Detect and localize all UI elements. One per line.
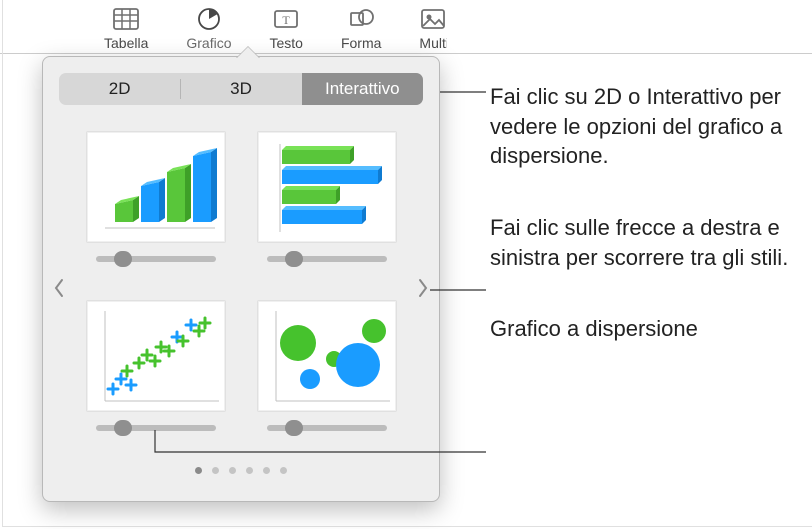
- thumb-slider[interactable]: [267, 420, 387, 436]
- scatter-thumb: [86, 300, 226, 412]
- textbox-icon: T: [272, 6, 300, 35]
- thumb-slider[interactable]: [267, 251, 387, 267]
- annotation-tabs: Fai clic su 2D o Interattivo per vedere …: [490, 82, 800, 171]
- page-dot[interactable]: [212, 467, 219, 474]
- toolbar-media-label: Multi: [419, 35, 447, 51]
- chart-popover: 2D 3D Interattivo: [42, 56, 440, 502]
- thumb-slider[interactable]: [96, 420, 216, 436]
- toolbar: Tabella Grafico T Testo Forma Multi: [0, 0, 812, 54]
- svg-text:T: T: [283, 13, 291, 27]
- tab-3d[interactable]: 3D: [180, 73, 301, 105]
- pie-chart-icon: [195, 6, 223, 35]
- annotations: Fai clic su 2D o Interattivo per vedere …: [490, 56, 800, 386]
- annotation-arrows: Fai clic sulle frecce a destra e sinistr…: [490, 213, 800, 272]
- toolbar-shape-label: Forma: [341, 35, 381, 51]
- chart-option-bubble[interactable]: [254, 292, 399, 443]
- annotation-scatter: Grafico a dispersione: [490, 314, 800, 344]
- toolbar-table-label: Tabella: [104, 35, 148, 51]
- toolbar-chart-label: Grafico: [186, 35, 231, 51]
- toolbar-media[interactable]: Multi: [415, 4, 447, 53]
- page-dot[interactable]: [195, 467, 202, 474]
- toolbar-table[interactable]: Tabella: [100, 4, 152, 53]
- shape-icon: [347, 6, 375, 35]
- chart-gallery: [43, 113, 439, 463]
- thumb-slider[interactable]: [96, 251, 216, 267]
- toolbar-text-label: Testo: [270, 35, 303, 51]
- toolbar-chart[interactable]: Grafico: [182, 4, 235, 53]
- chart-type-segmented: 2D 3D Interattivo: [59, 73, 423, 105]
- page-dot[interactable]: [263, 467, 270, 474]
- bubble-thumb: [257, 300, 397, 412]
- media-icon: [419, 6, 447, 35]
- tab-interactive[interactable]: Interattivo: [302, 73, 423, 105]
- vertical-bar-thumb: [86, 131, 226, 243]
- chart-option-vertical-bar[interactable]: [83, 123, 228, 274]
- page-dot[interactable]: [229, 467, 236, 474]
- gallery-prev-arrow[interactable]: [49, 270, 69, 306]
- tab-2d[interactable]: 2D: [59, 73, 180, 105]
- table-icon: [112, 6, 140, 35]
- chart-option-scatter[interactable]: [83, 292, 228, 443]
- page-dot[interactable]: [246, 467, 253, 474]
- gallery-next-arrow[interactable]: [413, 270, 433, 306]
- page-dot[interactable]: [280, 467, 287, 474]
- horizontal-bar-thumb: [257, 131, 397, 243]
- toolbar-text[interactable]: T Testo: [266, 4, 307, 53]
- chart-option-horizontal-bar[interactable]: [254, 123, 399, 274]
- page-dots: [43, 467, 439, 474]
- toolbar-shape[interactable]: Forma: [337, 4, 385, 53]
